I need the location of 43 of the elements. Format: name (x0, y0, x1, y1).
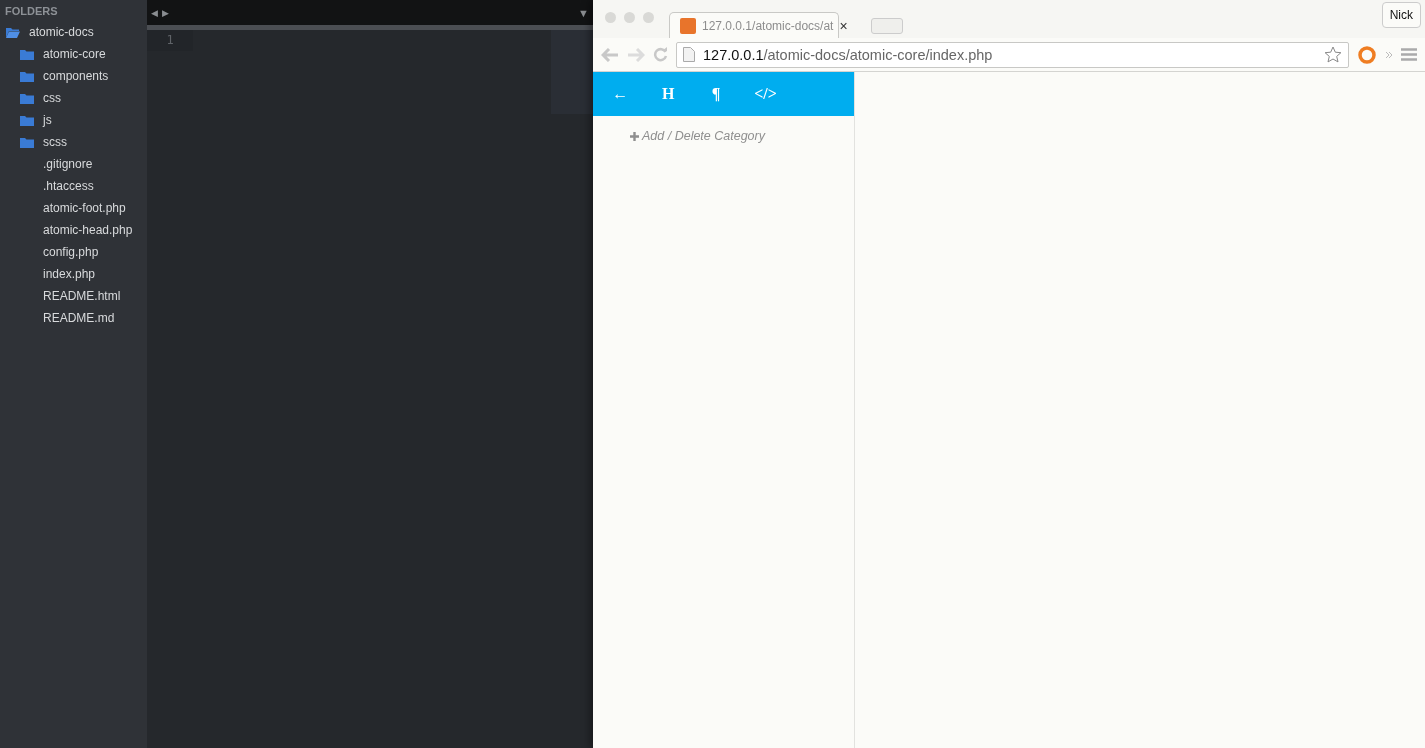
ring-icon[interactable] (1357, 44, 1377, 65)
window-close-control[interactable] (605, 12, 616, 23)
file-name[interactable]: .gitignore (43, 157, 93, 171)
tab-nav-button[interactable]: ▶ (162, 7, 169, 18)
reload-icon[interactable] (653, 47, 668, 62)
page-icon (683, 47, 695, 62)
site-favicon-icon (680, 17, 696, 34)
folder-icon[interactable] (20, 114, 34, 126)
plus-icon (630, 131, 639, 141)
file-name[interactable]: atomic-foot.php (43, 201, 126, 215)
sidebar-heading: FOLDERS (4, 4, 59, 19)
address-bar[interactable]: 127.0.0.1/atomic-docs/atomic-core/index.php (676, 41, 1349, 68)
tab-nav-button[interactable]: ◀ (151, 7, 158, 18)
file-name[interactable]: atomic-head.php (43, 223, 133, 237)
folder-open-icon[interactable] (6, 26, 20, 38)
new-tab-button[interactable] (871, 18, 903, 34)
folder-icon[interactable] (20, 92, 34, 104)
folder-icon[interactable] (20, 48, 34, 60)
folder-name[interactable]: atomic-core (43, 47, 106, 61)
window-minimize-control[interactable] (624, 12, 635, 23)
folder-name[interactable]: components (43, 69, 109, 83)
folder-icon[interactable] (20, 70, 34, 82)
folder-name[interactable]: atomic-docs (29, 25, 94, 39)
star-icon[interactable] (1324, 46, 1342, 63)
url-text: 127.0.0.1/atomic-docs/atomic-core/index.php (703, 46, 994, 63)
folder-name[interactable]: scss (43, 135, 67, 149)
file-name[interactable]: README.html (43, 289, 121, 303)
back-icon[interactable] (601, 47, 619, 62)
tab-menu-button[interactable]: ▼ (578, 6, 589, 19)
window-zoom-control[interactable] (643, 12, 654, 23)
folder-name[interactable]: css (43, 91, 61, 105)
line-number: 1 (165, 33, 175, 47)
forward-icon[interactable] (627, 47, 645, 62)
chevrons-icon[interactable] (1385, 50, 1393, 59)
tab-close-button[interactable]: × (839, 17, 848, 34)
file-name[interactable]: README.md (43, 311, 115, 325)
profile-button[interactable]: Nick (1381, 2, 1421, 28)
file-name[interactable]: config.php (43, 245, 99, 259)
folder-name[interactable]: js (43, 113, 52, 127)
file-name[interactable]: .htaccess (43, 179, 94, 193)
file-name[interactable]: index.php (43, 267, 96, 281)
folder-icon[interactable] (20, 136, 34, 148)
menu-icon[interactable] (1401, 48, 1417, 61)
